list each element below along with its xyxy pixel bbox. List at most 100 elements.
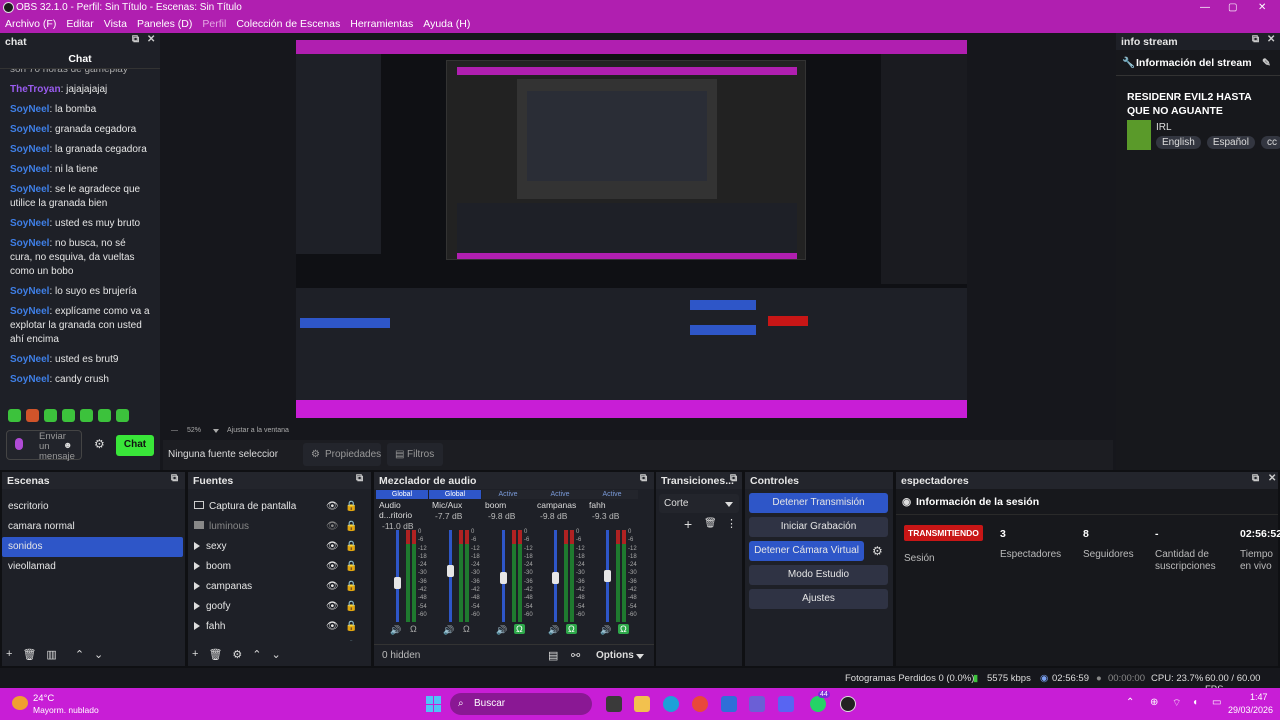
eye-icon[interactable]: 👁 [326,557,339,577]
fader-handle[interactable] [552,571,559,584]
fader-handle[interactable] [604,570,611,582]
chevron-up-icon[interactable]: ⌃ [252,648,261,661]
emote-icon[interactable] [80,409,93,422]
emote-icon[interactable] [116,409,129,422]
menu-file[interactable]: Archivo (F) [0,18,61,30]
volume-icon[interactable]: ◖ [1192,697,1198,708]
weather-temp[interactable]: 24°C [33,693,54,704]
file-explorer-icon[interactable] [634,696,650,712]
lock-icon[interactable]: 🔒 [345,557,357,577]
float-icon[interactable]: ⧉ [171,473,178,484]
fader-handle[interactable] [447,565,454,578]
gear-icon[interactable]: ⚙ [232,648,242,661]
settings-icon[interactable]: ⚙ [94,437,105,451]
add-icon[interactable]: + [192,648,198,661]
source-item[interactable]: campanas 👁 🔒 [188,577,371,597]
preview-canvas[interactable] [296,40,967,418]
scene-item[interactable]: escritorio [2,497,183,517]
trash-icon[interactable]: 🗑 [22,648,36,661]
fit-window-button[interactable]: Ajustar a la ventana [227,427,289,434]
chat-send-button[interactable]: Chat [116,435,154,456]
wifi-icon[interactable]: ⌔ [1172,697,1181,710]
weather-icon[interactable] [12,696,28,710]
tag-pill[interactable]: English [1156,136,1201,149]
minimize-icon[interactable]: — [1200,0,1210,15]
layout-icon[interactable]: ▤ [548,649,558,662]
lock-icon[interactable]: 🔒 [345,597,357,617]
start-recording-button[interactable]: Iniciar Grabación [749,517,888,537]
options-button[interactable]: Options [596,650,634,661]
menu-tools[interactable]: Herramientas [345,18,418,30]
close-dock-icon[interactable]: ✕ [1268,473,1276,484]
speaker-icon[interactable]: 🔊 [496,625,507,636]
speaker-icon[interactable]: 🔊 [600,625,611,636]
menu-help[interactable]: Ayuda (H) [418,18,475,30]
hidden-count[interactable]: 0 hidden [382,650,420,661]
obs-taskbar-icon[interactable] [840,696,856,712]
chevron-up-icon[interactable]: ⌃ [75,648,84,661]
speaker-icon[interactable]: 🔊 [548,625,559,636]
lock-icon[interactable]: 🔒 [345,517,357,537]
tray-chevron-icon[interactable]: ⌃ [1126,697,1134,708]
float-icon[interactable]: ⧉ [1252,473,1259,484]
properties-button[interactable]: ⚙ Propiedades [303,443,381,466]
menu-docks[interactable]: Paneles (D) [132,18,197,30]
zoom-level[interactable]: 52% [187,427,201,434]
mail-icon[interactable] [721,696,737,712]
float-icon[interactable]: ⧉ [730,473,737,484]
more-vertical-icon[interactable]: ⋮ [726,517,737,530]
tag-pill[interactable]: cc [1260,136,1280,149]
teams-icon[interactable] [749,696,765,712]
float-icon[interactable]: ⧉ [132,34,139,45]
speaker-icon[interactable]: 🔊 [443,625,454,636]
headphones-icon[interactable]: Ω [514,624,525,634]
lock-icon[interactable]: 🔒 [345,637,357,641]
eye-icon[interactable]: 👁 [326,497,339,517]
filters-button[interactable]: ▤ Filtros [387,443,443,466]
edit-icon[interactable]: ✎ [1262,50,1271,76]
menu-view[interactable]: Vista [99,18,132,30]
headphones-icon[interactable]: Ω [461,624,472,634]
filter-icon[interactable]: ▥ [46,648,56,661]
language-icon[interactable]: ⊕ [1150,697,1158,708]
emoji-icon[interactable]: ☻ [63,440,72,450]
studio-mode-button[interactable]: Modo Estudio [749,565,888,585]
add-icon[interactable]: + [6,648,12,661]
eye-icon[interactable]: 👁 [326,537,339,557]
headphones-icon[interactable]: Ω [566,624,577,634]
zoom-minus-icon[interactable]: — [171,427,178,434]
trash-icon[interactable]: 🗑 [704,518,717,529]
close-dock-icon[interactable]: ✕ [1267,34,1275,45]
float-icon[interactable]: ⧉ [640,473,647,484]
close-dock-icon[interactable]: ✕ [147,34,155,45]
lock-icon[interactable]: 🔒 [345,497,357,517]
source-item[interactable]: alertas👁🔒 [188,637,371,641]
eye-icon[interactable]: 👁 [326,577,339,597]
scene-item[interactable]: camara normal [2,517,183,537]
chevron-down-icon[interactable]: ⌄ [94,648,103,661]
eye-icon[interactable]: 👁 [326,617,339,637]
source-item[interactable]: Captura de pantalla 👁 🔒 [188,497,371,517]
clock-time[interactable]: 1:47 [1250,692,1268,702]
transition-select[interactable]: Corte [659,494,739,513]
chrome-icon[interactable] [692,696,708,712]
close-icon[interactable]: ✕ [1258,0,1266,15]
eye-icon[interactable]: 👁 [326,637,339,641]
task-view-icon[interactable] [606,696,622,712]
source-item[interactable]: boom 👁 🔒 [188,557,371,577]
lock-icon[interactable]: 🔒 [345,537,357,557]
weather-desc[interactable]: Mayorm. nublado [33,705,99,715]
fader-track[interactable] [396,530,399,622]
settings-button[interactable]: Ajustes [749,589,888,609]
link-icon[interactable]: ⚯ [571,649,580,662]
menu-scene-collection[interactable]: Colección de Escenas [231,18,345,30]
zoom-dropdown-icon[interactable] [213,429,219,433]
chevron-down-icon[interactable]: ⌄ [272,648,281,661]
emote-icon[interactable] [98,409,111,422]
fader-handle[interactable] [394,577,401,590]
lock-icon[interactable]: 🔒 [345,577,357,597]
lock-icon[interactable]: 🔒 [345,617,357,637]
speaker-icon[interactable]: 🔊 [390,625,401,636]
tag-pill[interactable]: Español [1206,136,1255,149]
trash-icon[interactable]: 🗑 [208,648,222,661]
